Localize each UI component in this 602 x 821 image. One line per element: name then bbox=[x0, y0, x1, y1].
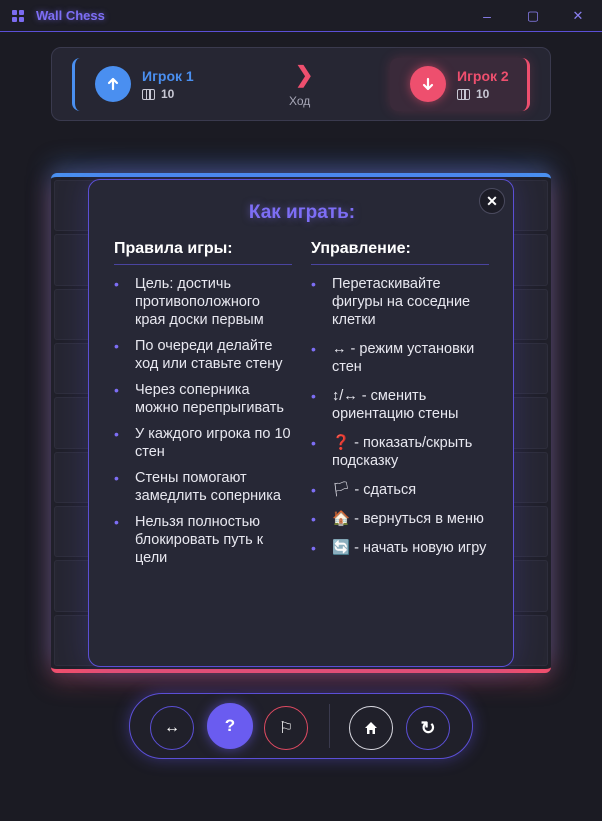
hint-button[interactable]: ? bbox=[207, 703, 253, 749]
title-bar: Wall Chess – ▢ ✕ bbox=[0, 0, 602, 32]
rules-heading: Правила игры: bbox=[114, 240, 292, 265]
minimize-button[interactable]: – bbox=[477, 6, 497, 26]
rule-item: Стены помогают замедлить соперника bbox=[114, 469, 292, 505]
controls-list: Перетаскивайте фигуры на соседние клетки… bbox=[311, 275, 489, 557]
player-1-wall-count: 10 bbox=[161, 87, 175, 101]
modal-title: Как играть: bbox=[248, 202, 356, 223]
rule-item: Через соперника можно перепрыгивать bbox=[114, 381, 292, 417]
how-to-play-modal: ✕ Как играть: Правила игры: Цель: достич… bbox=[88, 179, 514, 667]
player-2-name: Игрок 2 bbox=[457, 68, 509, 84]
turn-label: Ход bbox=[289, 94, 311, 108]
home-icon bbox=[365, 722, 377, 734]
surrender-button[interactable]: ⚐ bbox=[264, 706, 308, 750]
wall-icon bbox=[457, 88, 470, 100]
control-item: 🏠 - вернуться в меню bbox=[311, 510, 489, 528]
controls-column: Управление: Перетаскивайте фигуры на сос… bbox=[311, 240, 489, 568]
control-item: ↔ - режим установки стен bbox=[311, 340, 489, 376]
rules-list: Цель: достичь противоположного края доск… bbox=[114, 275, 292, 567]
control-bar: ↔ ? ⚐ ↻ bbox=[129, 693, 473, 759]
player-bar: Игрок 1 10 ❯ Ход Игрок 2 10 bbox=[51, 47, 551, 121]
wall-icon bbox=[142, 88, 155, 100]
new-game-button[interactable]: ↻ bbox=[406, 706, 450, 750]
player-1-name: Игрок 1 bbox=[142, 68, 194, 84]
rule-item: У каждого игрока по 10 стен bbox=[114, 425, 292, 461]
horizontal-arrows-icon: ↔ bbox=[164, 719, 180, 736]
maximize-button[interactable]: ▢ bbox=[523, 6, 543, 26]
arrow-down-icon bbox=[410, 66, 446, 102]
rule-item: Цель: достичь противоположного края доск… bbox=[114, 275, 292, 329]
app-grid-icon bbox=[12, 10, 25, 23]
control-item: Перетаскивайте фигуры на соседние клетки bbox=[311, 275, 489, 329]
player-1-card: Игрок 1 10 bbox=[72, 58, 212, 111]
rule-item: Нельзя полностью блокировать путь к цели bbox=[114, 513, 292, 567]
turn-chevron-icon: ❯ bbox=[295, 62, 314, 87]
control-item: ↕/↔ - сменить ориентацию стены bbox=[311, 387, 489, 423]
player-1-walls: 10 bbox=[142, 87, 174, 101]
rule-item: По очереди делайте ход или ставьте стену bbox=[114, 337, 292, 373]
close-window-button[interactable]: ✕ bbox=[568, 6, 588, 26]
question-icon: ? bbox=[224, 716, 236, 735]
controls-heading: Управление: bbox=[311, 240, 489, 265]
rules-column: Правила игры: Цель: достичь противополож… bbox=[114, 240, 292, 575]
home-button[interactable] bbox=[349, 706, 393, 750]
player-2-card: Игрок 2 10 bbox=[390, 58, 530, 111]
player-2-walls: 10 bbox=[457, 87, 489, 101]
control-item: ❓ - показать/скрыть подсказку bbox=[311, 434, 489, 470]
app-title: Wall Chess bbox=[36, 8, 105, 23]
control-item: 🔄 - начать новую игру bbox=[311, 539, 489, 557]
control-item: 🏳 - сдаться bbox=[311, 481, 489, 499]
divider bbox=[329, 704, 330, 748]
arrow-up-icon bbox=[95, 66, 131, 102]
wall-mode-button[interactable]: ↔ bbox=[150, 706, 194, 750]
player-2-wall-count: 10 bbox=[476, 87, 490, 101]
sync-icon: ↻ bbox=[420, 717, 436, 738]
flag-icon: ⚐ bbox=[278, 720, 294, 737]
